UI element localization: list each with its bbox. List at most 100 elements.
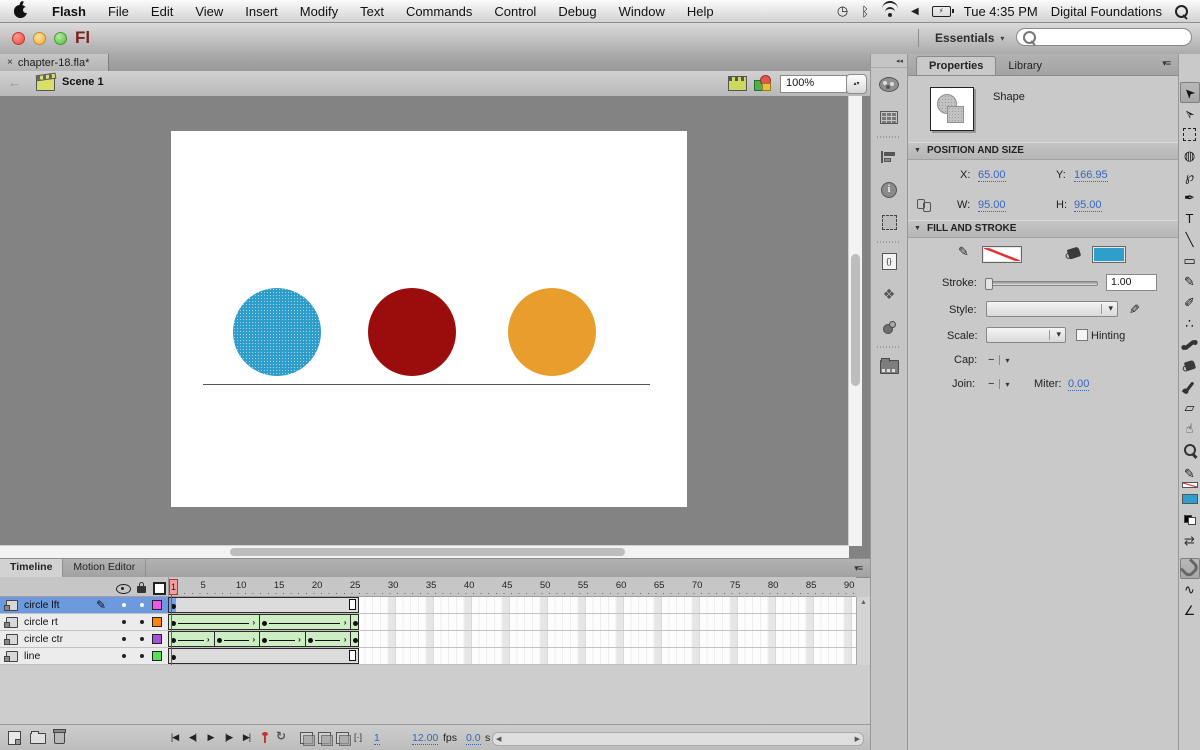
close-window-button[interactable] xyxy=(12,32,25,45)
menu-bar-account-name[interactable]: Digital Foundations xyxy=(1051,4,1162,19)
layer-outline-color-swatch[interactable] xyxy=(152,617,162,627)
menu-window[interactable]: Window xyxy=(608,4,676,19)
frame-span[interactable] xyxy=(168,597,359,613)
timeline-horizontal-scrollbar[interactable]: ◀ ▶ xyxy=(492,732,864,746)
snap-to-objects-toggle[interactable] xyxy=(1180,558,1200,579)
loop-playback-button[interactable]: ↻ xyxy=(276,729,286,743)
stage-line-shape[interactable] xyxy=(203,384,650,385)
frame-span[interactable]: › xyxy=(168,614,260,630)
goto-last-frame-button[interactable]: ▶| xyxy=(238,730,255,745)
stroke-weight-input[interactable]: 1.00 xyxy=(1106,274,1157,291)
link-wh-icon[interactable] xyxy=(917,199,930,211)
frames-row-line[interactable] xyxy=(168,648,856,665)
cap-style-dropdown[interactable]: −▾ xyxy=(988,354,1009,366)
menu-edit[interactable]: Edit xyxy=(140,4,184,19)
zoom-stepper[interactable]: ▴▾ xyxy=(846,74,867,94)
slider-thumb[interactable] xyxy=(985,278,993,290)
pasteboard[interactable] xyxy=(0,96,870,558)
stroke-weight-slider[interactable] xyxy=(986,281,1098,286)
pen-tool[interactable]: ✒ xyxy=(1180,187,1200,208)
playhead-line[interactable] xyxy=(171,595,172,665)
close-tab-icon[interactable]: × xyxy=(7,57,13,68)
goto-first-frame-button[interactable]: |◀ xyxy=(166,730,183,745)
frame-span[interactable] xyxy=(350,631,359,647)
edit-stroke-style-button[interactable]: ✎ xyxy=(1125,304,1141,315)
stage-circle-right[interactable] xyxy=(508,288,596,376)
stage-circle-left[interactable] xyxy=(233,288,321,376)
lock-all-layers-icon[interactable] xyxy=(137,586,146,593)
tab-properties[interactable]: Properties xyxy=(916,56,996,75)
info-panel-icon[interactable]: i xyxy=(871,173,907,206)
hinting-checkbox[interactable] xyxy=(1076,329,1088,341)
edit-scene-button[interactable] xyxy=(728,76,747,91)
frame-span[interactable]: › xyxy=(214,631,261,647)
layer-visibility-dot[interactable] xyxy=(122,603,126,607)
scroll-left-icon[interactable]: ◀ xyxy=(496,735,501,743)
layer-lock-dot[interactable] xyxy=(140,637,144,641)
layer-row-circle-ctr[interactable]: circle ctr xyxy=(0,631,168,648)
edit-multiple-frames-button[interactable] xyxy=(336,732,349,744)
join-style-dropdown[interactable]: −▾ xyxy=(988,378,1009,390)
volume-icon[interactable]: ◀ xyxy=(911,6,919,17)
actions-panel-icon[interactable]: {} xyxy=(871,245,907,278)
layer-visibility-dot[interactable] xyxy=(122,637,126,641)
swap-colors-control[interactable]: ⇄ xyxy=(1180,530,1200,551)
frame-span[interactable] xyxy=(350,614,359,630)
panel-menu-icon[interactable]: ▾≡ xyxy=(854,563,862,574)
new-layer-button[interactable] xyxy=(8,731,21,745)
frame-span[interactable]: › xyxy=(259,631,306,647)
delete-layer-button[interactable] xyxy=(54,731,65,744)
menu-debug[interactable]: Debug xyxy=(547,4,607,19)
layer-lock-dot[interactable] xyxy=(140,603,144,607)
stage-hscroll-thumb[interactable] xyxy=(230,548,625,556)
spotlight-icon[interactable] xyxy=(1175,5,1188,18)
workspace-switcher[interactable]: Essentials ▾ xyxy=(918,29,1004,47)
center-frame-button[interactable] xyxy=(264,732,266,743)
play-button[interactable]: ▶ xyxy=(202,730,219,745)
x-value[interactable]: 65.00 xyxy=(978,169,1006,182)
rectangle-tool[interactable]: ▭ xyxy=(1180,250,1200,271)
new-folder-button[interactable] xyxy=(30,733,46,744)
scroll-right-icon[interactable]: ▶ xyxy=(855,735,860,743)
section-position-and-size[interactable]: ▼ POSITION AND SIZE xyxy=(908,142,1178,160)
eyedropper-tool[interactable] xyxy=(1180,376,1200,397)
stage-vertical-scrollbar[interactable] xyxy=(848,96,862,546)
paint-bucket-tool[interactable] xyxy=(1180,355,1200,376)
layer-outline-color-swatch[interactable] xyxy=(152,634,162,644)
layer-visibility-dot[interactable] xyxy=(122,654,126,658)
h-value[interactable]: 95.00 xyxy=(1074,199,1102,212)
menu-text[interactable]: Text xyxy=(349,4,395,19)
modify-markers-button[interactable]: [·] xyxy=(354,732,362,742)
frame-span[interactable] xyxy=(168,648,359,664)
3d-rotation-tool[interactable]: ◍ xyxy=(1180,145,1200,166)
stage-zoom-input[interactable]: 100% xyxy=(780,75,847,93)
motion-presets-panel-icon[interactable] xyxy=(871,311,907,344)
align-panel-icon[interactable] xyxy=(871,140,907,173)
layer-row-circle-rt[interactable]: circle rt xyxy=(0,614,168,631)
frames-row-circle-rt[interactable]: ›› xyxy=(168,614,856,631)
menu-insert[interactable]: Insert xyxy=(234,4,289,19)
stage-horizontal-scrollbar[interactable] xyxy=(0,545,849,558)
components-panel-icon[interactable]: ❖ xyxy=(871,278,907,311)
color-panel-icon[interactable] xyxy=(871,68,907,101)
brush-tool[interactable]: ✐ xyxy=(1180,292,1200,313)
layer-lock-dot[interactable] xyxy=(140,620,144,624)
swatches-panel-icon[interactable] xyxy=(871,101,907,134)
stroke-scale-dropdown[interactable] xyxy=(986,327,1066,343)
layer-outline-color-swatch[interactable] xyxy=(152,600,162,610)
straighten-option[interactable]: ∠ xyxy=(1180,600,1200,621)
tab-motion-editor[interactable]: Motion Editor xyxy=(63,559,146,577)
onion-skin-button[interactable] xyxy=(300,732,313,744)
frame-rate-indicator[interactable]: 12.00 xyxy=(412,732,438,745)
panel-menu-icon[interactable]: ▾≡ xyxy=(1162,58,1170,69)
menu-help[interactable]: Help xyxy=(676,4,725,19)
eraser-tool[interactable]: ▱ xyxy=(1180,397,1200,418)
frame-span[interactable]: › xyxy=(305,631,352,647)
onion-skin-outlines-button[interactable] xyxy=(318,732,331,744)
menu-commands[interactable]: Commands xyxy=(395,4,483,19)
stroke-color-swatch[interactable] xyxy=(982,246,1022,263)
frames-row-circle-ctr[interactable]: ›››› xyxy=(168,631,856,648)
line-tool[interactable]: ╲ xyxy=(1180,229,1200,250)
lasso-tool[interactable]: ℘ xyxy=(1180,166,1200,187)
bone-tool[interactable] xyxy=(1180,334,1200,355)
